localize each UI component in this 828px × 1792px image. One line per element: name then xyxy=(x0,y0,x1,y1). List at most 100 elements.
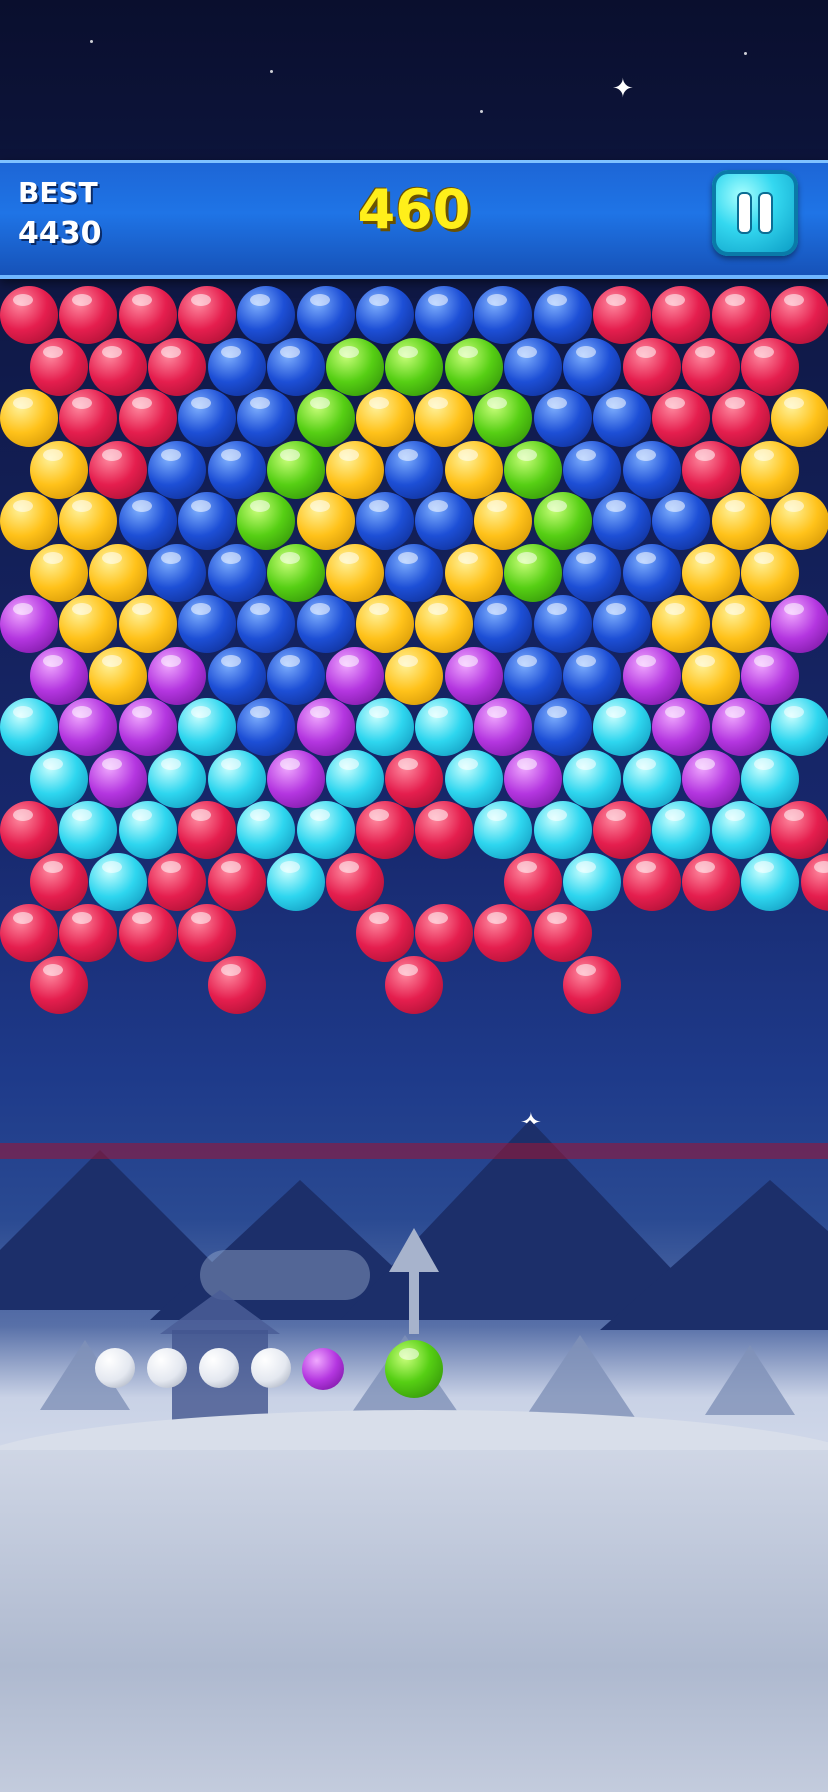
red-bubble xyxy=(29,852,88,911)
red-bubble xyxy=(652,286,711,344)
cyan-bubble xyxy=(177,698,236,756)
blue-bubble xyxy=(533,286,592,344)
cyan-bubble xyxy=(88,852,147,911)
aim-arrow-icon xyxy=(389,1228,439,1272)
red-bubble xyxy=(504,852,562,911)
cyan-bubble xyxy=(59,801,118,859)
red-bubble xyxy=(622,852,681,911)
red-bubble xyxy=(593,286,651,344)
cyan-bubble xyxy=(563,852,622,911)
red-bubble xyxy=(711,286,770,344)
purple-bubble xyxy=(652,698,711,756)
blue-bubble xyxy=(415,286,474,344)
yellow-bubble xyxy=(88,646,147,705)
red-bubble xyxy=(681,852,740,911)
green-bubble xyxy=(266,543,325,602)
blue-bubble xyxy=(177,595,236,653)
cyan-bubble xyxy=(593,698,651,756)
blue-bubble xyxy=(652,492,711,550)
cyan-bubble xyxy=(296,801,355,859)
blue-bubble xyxy=(622,543,681,602)
yellow-bubble xyxy=(59,595,118,653)
blue-bubble xyxy=(266,337,325,396)
yellow-bubble xyxy=(59,492,118,550)
purple-bubble xyxy=(118,698,177,756)
blue-bubble xyxy=(504,337,562,396)
yellow-bubble xyxy=(415,595,474,653)
green-bubble xyxy=(444,337,503,396)
red-bubble xyxy=(88,337,147,396)
yellow-bubble xyxy=(0,389,58,447)
yellow-bubble xyxy=(385,646,444,705)
green-bubble xyxy=(474,389,533,447)
red-bubble xyxy=(118,904,177,962)
red-bubble xyxy=(118,286,177,344)
red-bubble xyxy=(355,801,414,859)
red-bubble xyxy=(207,852,266,911)
cyan-bubble xyxy=(711,801,770,859)
red-bubble xyxy=(385,749,444,808)
purple-bubble xyxy=(88,749,147,808)
blue-bubble xyxy=(593,595,651,653)
red-bubble xyxy=(118,389,177,447)
cyan-bubble xyxy=(355,698,414,756)
red-bubble xyxy=(474,904,533,962)
cyan-bubble xyxy=(741,749,800,808)
green-bubble xyxy=(504,543,562,602)
red-bubble xyxy=(800,852,828,911)
purple-bubble xyxy=(148,646,207,705)
blue-bubble xyxy=(237,595,296,653)
blue-bubble xyxy=(355,492,414,550)
blue-bubble xyxy=(593,389,651,447)
blue-bubble xyxy=(207,337,266,396)
next-bubble[interactable] xyxy=(302,1348,344,1390)
purple-bubble xyxy=(266,749,325,808)
blue-bubble xyxy=(622,440,681,499)
green-bubble xyxy=(237,492,296,550)
blue-bubble xyxy=(563,543,622,602)
blue-bubble xyxy=(563,646,622,705)
red-bubble xyxy=(0,801,58,859)
yellow-bubble xyxy=(741,543,800,602)
cyan-bubble xyxy=(237,801,296,859)
shooter-bubble[interactable] xyxy=(385,1340,443,1398)
blue-bubble xyxy=(533,389,592,447)
red-bubble xyxy=(681,440,740,499)
purple-bubble xyxy=(504,749,562,808)
yellow-bubble xyxy=(681,543,740,602)
red-bubble xyxy=(681,337,740,396)
yellow-bubble xyxy=(355,389,414,447)
red-bubble xyxy=(88,440,147,499)
yellow-bubble xyxy=(711,595,770,653)
aim-arrow-shaft xyxy=(409,1268,419,1334)
red-bubble xyxy=(711,389,770,447)
red-bubble xyxy=(0,286,58,344)
blue-bubble xyxy=(207,543,266,602)
red-bubble xyxy=(59,286,118,344)
red-bubble xyxy=(770,286,828,344)
red-bubble xyxy=(415,801,474,859)
blue-bubble xyxy=(474,595,533,653)
cyan-bubble xyxy=(622,749,681,808)
yellow-bubble xyxy=(118,595,177,653)
purple-bubble xyxy=(444,646,503,705)
green-bubble xyxy=(326,337,385,396)
cyan-bubble xyxy=(741,852,800,911)
game-board[interactable]: ✦ ✦ BEST 4430 460 xyxy=(0,0,828,1792)
blue-bubble xyxy=(385,440,444,499)
blue-bubble xyxy=(533,595,592,653)
red-bubble xyxy=(59,389,118,447)
blue-bubble xyxy=(593,492,651,550)
cyan-bubble xyxy=(0,698,58,756)
cyan-bubble xyxy=(266,852,325,911)
yellow-bubble xyxy=(770,492,828,550)
bubble-grid[interactable] xyxy=(0,0,828,1792)
green-bubble xyxy=(533,492,592,550)
red-bubble xyxy=(533,904,592,962)
purple-bubble xyxy=(59,698,118,756)
blue-bubble xyxy=(385,543,444,602)
remaining-shot xyxy=(199,1348,239,1388)
red-bubble xyxy=(177,801,236,859)
yellow-bubble xyxy=(711,492,770,550)
blue-bubble xyxy=(533,698,592,756)
